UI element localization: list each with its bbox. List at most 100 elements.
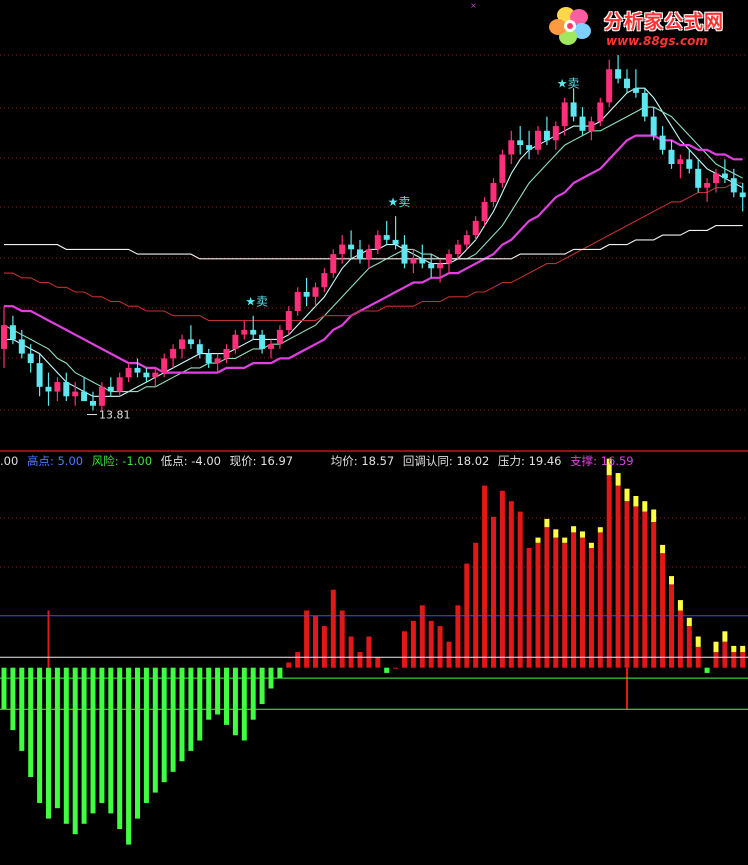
candle: [179, 334, 185, 359]
candle-body: [401, 244, 408, 264]
indicator-bar: [10, 667, 16, 731]
indicator-bar: [410, 620, 416, 668]
indicator-bar-red: [473, 542, 479, 668]
info-pullback-label: 回调认同:: [402, 454, 453, 468]
indicator-bar: [562, 537, 568, 668]
indicator-bar: [143, 667, 149, 803]
candle-body: [659, 135, 666, 150]
candle-body: [686, 159, 693, 169]
indicator-bar-red: [366, 636, 372, 668]
indicator-bar-green: [259, 667, 265, 705]
indicator-bar-green: [90, 667, 96, 814]
indicator-bar-yellow: [651, 509, 657, 522]
indicator-bar-red: [731, 652, 737, 668]
indicator-bar-green: [179, 667, 185, 762]
candle-body: [187, 339, 194, 345]
candle-body: [81, 391, 88, 402]
indicator-bar: [695, 636, 701, 668]
candle-body: [54, 382, 61, 392]
candle-body: [446, 254, 452, 264]
indicator-bar: [713, 641, 719, 668]
indicator-bar-series: [1, 458, 746, 845]
candle-body: [597, 102, 604, 122]
indicator-bar: [571, 526, 577, 668]
indicator-bar: [277, 667, 283, 679]
indicator-bar-red: [713, 652, 719, 668]
candle: [36, 353, 43, 397]
indicator-bar-red: [686, 626, 692, 668]
indicator-bar: [544, 518, 550, 668]
indicator-bar: [508, 501, 514, 668]
indicator-bar: [357, 652, 363, 668]
candle-body: [624, 78, 630, 89]
candle-body: [499, 154, 506, 183]
candle: [428, 254, 435, 278]
candle-body: [294, 292, 301, 311]
indicator-bar-yellow: [642, 501, 648, 512]
candle-body: [276, 329, 283, 345]
indicator-bar-red: [651, 522, 657, 668]
candle: [187, 325, 194, 349]
info-pullback: 回调认同: 18.02: [403, 454, 489, 468]
moving-average-line: [4, 182, 743, 322]
indicator-bar: [250, 667, 256, 720]
candle: [526, 130, 533, 160]
indicator-bar: [170, 667, 176, 772]
candle: [134, 358, 141, 378]
candle-body: [490, 183, 497, 202]
candle: [107, 377, 114, 397]
indicator-bar: [455, 605, 461, 668]
candle-body: [410, 258, 417, 264]
candle: [677, 154, 684, 179]
info-pressure-value: 19.46: [528, 454, 562, 468]
indicator-bar-green: [161, 667, 167, 783]
indicator-bar-green: [197, 667, 203, 741]
candle-body: [18, 339, 25, 354]
indicator-bar: [588, 542, 594, 668]
indicator-bar-red: [286, 662, 292, 668]
indicator-bar: [286, 662, 292, 668]
info-avg-value: 18.57: [361, 454, 395, 468]
candle: [490, 178, 497, 207]
candle: [588, 116, 595, 141]
candle: [223, 344, 230, 364]
candle: [730, 168, 737, 198]
indicator-bar: [72, 667, 78, 835]
indicator-bar: [624, 488, 630, 668]
indicator-bar-red: [499, 490, 505, 668]
candle-body: [428, 263, 435, 269]
info-avg-label: 均价:: [330, 454, 358, 468]
candle: [116, 372, 123, 397]
indicator-bar-red: [446, 641, 452, 668]
indicator-bar: [526, 548, 532, 668]
indicator-bar-yellow: [571, 526, 577, 533]
candle-body: [704, 183, 711, 188]
candle: [125, 363, 132, 383]
indicator-bar-red: [571, 532, 577, 668]
indicator-bar: [384, 667, 390, 673]
candle-body: [552, 126, 559, 141]
candle-body: [321, 273, 328, 288]
indicator-bar: [553, 529, 559, 668]
candle-body: [677, 159, 684, 164]
indicator-bar-green: [215, 667, 221, 715]
indicator-bar-red: [580, 537, 585, 668]
indicator-bar: [482, 485, 488, 668]
indicator-bar-yellow: [588, 542, 594, 548]
indicator-bar-green: [37, 667, 43, 803]
indicator-bar: [90, 667, 96, 814]
candle-body: [339, 244, 346, 255]
indicator-bar-red: [597, 532, 603, 668]
indicator-bar: [446, 641, 452, 668]
indicator-bar: [375, 657, 381, 668]
indicator-bar-green: [28, 667, 34, 777]
candle-body: [348, 244, 355, 250]
flower-logo-icon: [549, 7, 591, 45]
candle-body: [143, 372, 150, 378]
indicator-bar: [642, 501, 648, 668]
moving-average-line: [4, 225, 743, 260]
candle-body: [36, 363, 43, 387]
indicator-bar: [597, 527, 603, 668]
candle-body: [454, 244, 461, 255]
indicator-bar-green: [384, 667, 390, 673]
